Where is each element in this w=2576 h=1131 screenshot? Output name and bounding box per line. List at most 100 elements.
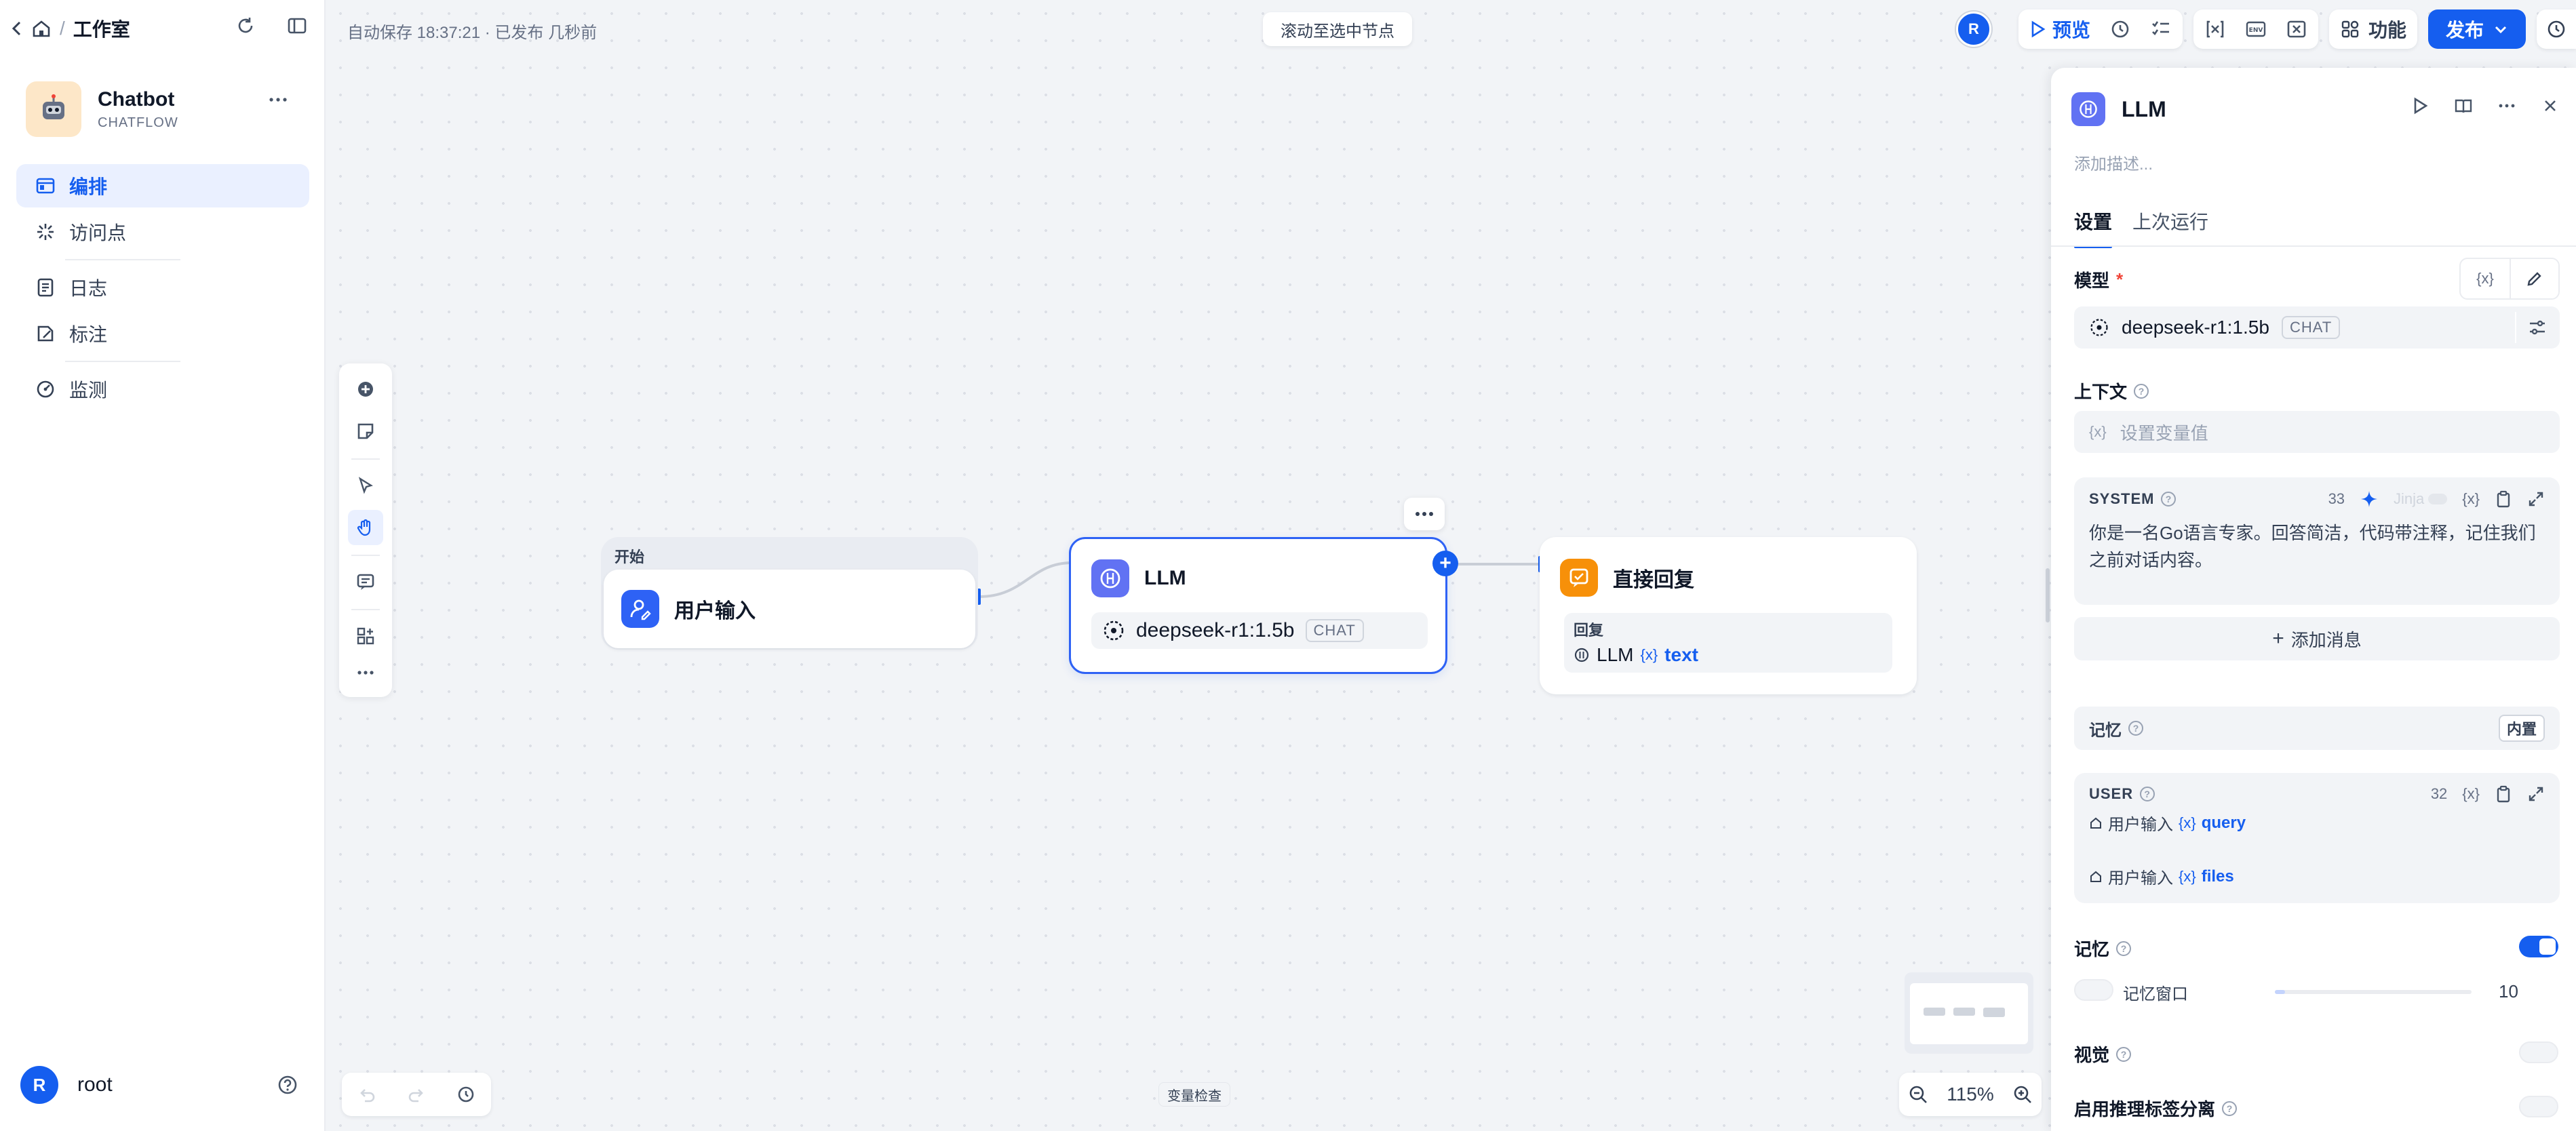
add-next-node-icon[interactable]: +: [1432, 551, 1458, 576]
collapse-sidebar-icon[interactable]: [286, 15, 308, 37]
checklist-history-icon[interactable]: [2109, 18, 2131, 40]
context-placeholder: 设置变量值: [2120, 422, 2208, 443]
add-node-icon[interactable]: [348, 372, 383, 407]
description-input[interactable]: 添加描述...: [2074, 151, 2153, 174]
edge-start-llm: [979, 561, 1072, 598]
llm-node-model-name: deepseek-r1:1.5b: [1136, 619, 1295, 641]
comment-icon[interactable]: [348, 564, 383, 599]
history-icon[interactable]: [456, 1084, 476, 1105]
panel-resize-handle[interactable]: [2046, 568, 2050, 622]
system-prompt-text[interactable]: 你是一名Go语言专家。回答简洁，代码带注释，记住我们之前对话内容。: [2089, 519, 2545, 574]
sidebar-item-annotation[interactable]: 标注: [16, 312, 309, 355]
context-label: 上下文?: [2074, 378, 2149, 403]
memory-window-slider[interactable]: [2275, 990, 2472, 994]
question-icon[interactable]: ?: [2128, 721, 2143, 736]
checklist-icon[interactable]: [2150, 18, 2172, 40]
vision-toggle[interactable]: [2519, 1041, 2558, 1063]
publish-button[interactable]: 发布: [2427, 9, 2526, 49]
sidebar-item-access-point[interactable]: 访问点: [16, 210, 309, 254]
pointer-icon[interactable]: [348, 468, 383, 503]
variable-mode-icon[interactable]: {x}: [2461, 259, 2510, 298]
sidebar-item-monitor[interactable]: 监测: [16, 368, 309, 411]
sparkle-icon[interactable]: [2360, 490, 2379, 509]
model-label-text: 模型: [2074, 271, 2110, 291]
variables-icon[interactable]: [2204, 18, 2226, 40]
memory-window-input[interactable]: 10: [2485, 974, 2560, 1009]
question-icon[interactable]: ?: [2222, 1100, 2238, 1116]
user-menu[interactable]: R root: [20, 1066, 113, 1104]
sidebar-item-label: 日志: [69, 278, 108, 299]
run-node-icon[interactable]: [2411, 96, 2429, 115]
back-icon[interactable]: [11, 20, 23, 37]
add-note-icon[interactable]: [348, 414, 383, 449]
jinja-toggle[interactable]: Jinja: [2394, 490, 2448, 508]
more-icon[interactable]: [348, 655, 383, 690]
app-more-icon[interactable]: [268, 90, 288, 110]
sidebar-item-orchestrate[interactable]: 编排: [16, 164, 309, 207]
close-icon[interactable]: [2541, 96, 2560, 115]
model-selector[interactable]: deepseek-r1:1.5b CHAT: [2074, 306, 2560, 349]
memory-toggle[interactable]: [2519, 936, 2558, 957]
home-icon[interactable]: [31, 19, 52, 38]
node-more-button[interactable]: [1404, 498, 1445, 530]
system-prompt-editor[interactable]: SYSTEM ? 33 Jinja {x} 你是一名Go语言专家。回答简洁，代码…: [2074, 477, 2560, 605]
variable-inspect-button[interactable]: 变量检查: [1158, 1082, 1230, 1107]
user-prompt-editor[interactable]: USER ? 32 {x} 用户输入 {x} query 用户输入 {x} fi…: [2074, 773, 2560, 903]
memory-window-toggle[interactable]: [2074, 979, 2113, 1001]
more-icon[interactable]: [2497, 96, 2516, 115]
panel-header: LLM: [2071, 92, 2166, 126]
llm-node[interactable]: LLM deepseek-r1:1.5b CHAT: [1069, 537, 1447, 674]
answer-variable-ref: LLM {x} text: [1574, 644, 1883, 666]
toolbar-divider: [351, 609, 380, 610]
zoom-out-icon[interactable]: [1908, 1084, 1928, 1105]
user-var-files: 用户输入 {x} files: [2089, 865, 2545, 888]
zoom-level[interactable]: 115%: [1947, 1084, 1994, 1105]
sidebar-item-logs[interactable]: 日志: [16, 266, 309, 309]
reasoning-toggle[interactable]: [2519, 1096, 2558, 1117]
tab-last-run[interactable]: 上次运行: [2132, 207, 2208, 235]
organize-icon[interactable]: [348, 618, 383, 654]
start-node[interactable]: 用户输入: [604, 570, 975, 648]
add-message-button[interactable]: + 添加消息: [2074, 617, 2560, 660]
model-params-icon[interactable]: [2527, 317, 2548, 338]
conversation-vars-icon[interactable]: [2286, 18, 2307, 40]
tab-settings[interactable]: 设置: [2074, 207, 2113, 248]
copy-icon[interactable]: [2495, 490, 2512, 508]
env-icon[interactable]: ENV: [2245, 18, 2267, 40]
minimap[interactable]: [1905, 972, 2033, 1054]
hand-icon[interactable]: [348, 510, 383, 545]
question-icon[interactable]: ?: [2161, 492, 2177, 507]
copy-icon[interactable]: [2495, 785, 2512, 803]
zoom-in-icon[interactable]: [2012, 1084, 2033, 1105]
app-card[interactable]: Chatbot CHATFLOW: [26, 81, 178, 137]
scroll-to-selected-button[interactable]: 滚动至选中节点: [1263, 12, 1412, 46]
question-icon[interactable]: ?: [2116, 1046, 2132, 1062]
canvas-toolbar: [339, 363, 392, 697]
breadcrumb-workspace[interactable]: 工作室: [73, 15, 130, 42]
variable-brace-icon: {x}: [1640, 646, 1658, 663]
preview-button[interactable]: 预览: [2029, 16, 2090, 43]
expand-icon[interactable]: [2527, 490, 2545, 508]
vision-label: 视觉?: [2074, 1041, 2132, 1067]
question-icon[interactable]: ?: [2140, 787, 2155, 801]
question-icon[interactable]: ?: [2134, 383, 2149, 399]
memory-window-slider-fill: [2275, 990, 2285, 994]
panel-title[interactable]: LLM: [2122, 97, 2166, 122]
refresh-icon[interactable]: [235, 15, 256, 37]
edit-icon[interactable]: [2510, 259, 2558, 298]
answer-node[interactable]: 直接回复 回复 LLM {x} text: [1540, 537, 1917, 694]
help-doc-icon[interactable]: [2454, 96, 2473, 115]
undo-icon[interactable]: [357, 1084, 377, 1105]
version-history-button[interactable]: [2537, 9, 2576, 49]
expand-icon[interactable]: [2527, 785, 2545, 803]
insert-variable-icon[interactable]: {x}: [2462, 785, 2480, 803]
question-icon[interactable]: ?: [2116, 940, 2132, 956]
help-icon[interactable]: [277, 1074, 298, 1096]
features-button[interactable]: 功能: [2340, 16, 2406, 43]
variable-brace-icon: {x}: [2179, 814, 2196, 831]
insert-variable-icon[interactable]: {x}: [2462, 490, 2480, 508]
context-variable-input[interactable]: {x} 设置变量值: [2074, 411, 2560, 453]
collaborator-avatar[interactable]: R: [1955, 12, 1991, 47]
redo-icon[interactable]: [406, 1084, 427, 1105]
annotation-icon: [35, 323, 56, 344]
